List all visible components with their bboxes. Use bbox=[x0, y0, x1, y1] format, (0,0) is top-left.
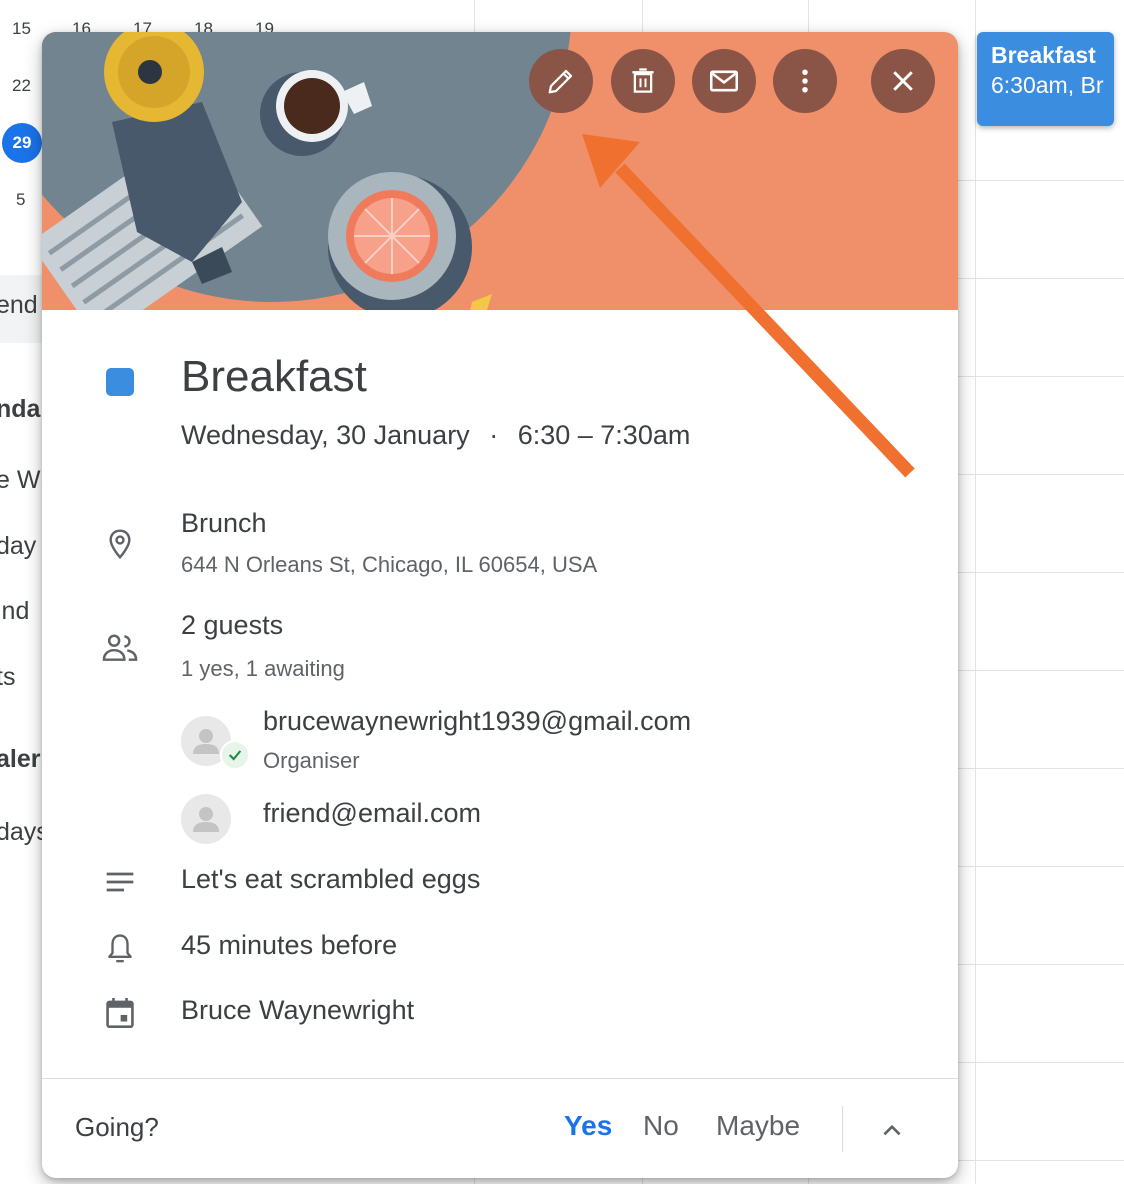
location-name[interactable]: Brunch bbox=[181, 508, 267, 539]
guests-status: 1 yes, 1 awaiting bbox=[181, 656, 345, 681]
event-date-time: Wednesday, 30 January · 6:30 – 7:30am bbox=[181, 420, 690, 451]
edit-button[interactable] bbox=[529, 49, 593, 113]
location-address[interactable]: 644 N Orleans St, Chicago, IL 60654, USA bbox=[181, 552, 597, 578]
mini-cal-today[interactable]: 29 bbox=[2, 123, 42, 163]
hour-divider bbox=[958, 768, 1124, 769]
footer-separator bbox=[842, 1106, 843, 1152]
guest-avatar bbox=[181, 794, 231, 844]
trash-icon bbox=[632, 68, 654, 93]
hour-divider bbox=[958, 866, 1124, 867]
calendar-icon bbox=[100, 993, 140, 1033]
sidebar-text-fragment[interactable]: ts bbox=[0, 663, 15, 692]
sidebar-text-fragment[interactable]: e W bbox=[0, 466, 40, 495]
people-icon bbox=[100, 628, 140, 668]
rsvp-no-button[interactable]: No bbox=[643, 1110, 679, 1142]
rsvp-yes-button[interactable]: Yes bbox=[564, 1110, 612, 1142]
date-time-separator: · bbox=[489, 420, 499, 450]
email-guests-button[interactable] bbox=[692, 49, 756, 113]
hour-divider bbox=[958, 180, 1124, 181]
more-vert-icon bbox=[802, 69, 808, 93]
close-icon bbox=[893, 71, 913, 91]
location-pin-icon bbox=[100, 524, 140, 564]
calendar-event-chip[interactable]: Breakfast 6:30am, Br bbox=[977, 32, 1114, 126]
sidebar-text-fragment: nda bbox=[0, 395, 41, 423]
event-color-swatch bbox=[100, 362, 140, 402]
event-title: Breakfast bbox=[181, 352, 367, 401]
hour-divider bbox=[958, 572, 1124, 573]
hour-divider bbox=[958, 1062, 1124, 1063]
sidebar-text-fragment[interactable]: day bbox=[0, 532, 36, 561]
rsvp-prompt: Going? bbox=[75, 1112, 159, 1142]
hour-divider bbox=[958, 670, 1124, 671]
hour-divider bbox=[958, 964, 1124, 965]
guest-role: Organiser bbox=[263, 748, 360, 773]
rsvp-maybe-button[interactable]: Maybe bbox=[716, 1110, 800, 1142]
sidebar-text-fragment[interactable]: ind bbox=[0, 597, 29, 626]
event-time: 6:30 – 7:30am bbox=[517, 420, 691, 450]
guests-summary: 2 guests bbox=[181, 610, 284, 640]
reminder-text: 45 minutes before bbox=[181, 930, 398, 960]
hour-divider bbox=[958, 376, 1124, 377]
event-details-popup: Breakfast Wednesday, 30 January · 6:30 –… bbox=[42, 32, 958, 1178]
mini-cal-day[interactable]: 5 bbox=[16, 190, 25, 210]
calendar-owner-name: Bruce Waynewright bbox=[181, 995, 415, 1025]
sidebar-text-fragment: end bbox=[0, 291, 38, 319]
event-description: Let's eat scrambled eggs bbox=[181, 864, 481, 894]
footer-divider bbox=[42, 1078, 958, 1079]
hour-divider bbox=[958, 1160, 1124, 1161]
event-chip-title: Breakfast bbox=[991, 42, 1096, 68]
more-options-button[interactable] bbox=[773, 49, 837, 113]
mini-cal-day[interactable]: 15 bbox=[12, 19, 31, 39]
notes-icon bbox=[100, 862, 140, 902]
chevron-up-icon bbox=[883, 1124, 901, 1136]
hour-divider bbox=[958, 278, 1124, 279]
bell-icon bbox=[100, 928, 140, 968]
guest-email[interactable]: friend@email.com bbox=[263, 798, 481, 829]
event-date: Wednesday, 30 January bbox=[181, 420, 470, 450]
pencil-icon bbox=[548, 69, 573, 94]
close-button[interactable] bbox=[871, 49, 935, 113]
mini-cal-day[interactable]: 22 bbox=[12, 76, 31, 96]
sidebar-text-fragment: aler bbox=[0, 745, 41, 773]
accepted-check-icon bbox=[220, 740, 250, 770]
day-column-divider bbox=[975, 0, 976, 1184]
hour-divider bbox=[958, 474, 1124, 475]
mail-icon bbox=[709, 70, 739, 92]
delete-button[interactable] bbox=[611, 49, 675, 113]
event-chip-subtitle: 6:30am, Br bbox=[991, 72, 1104, 98]
event-header-illustration bbox=[42, 32, 958, 310]
expand-options-button[interactable] bbox=[870, 1108, 914, 1152]
guest-email[interactable]: brucewaynewright1939@gmail.com bbox=[263, 706, 691, 737]
